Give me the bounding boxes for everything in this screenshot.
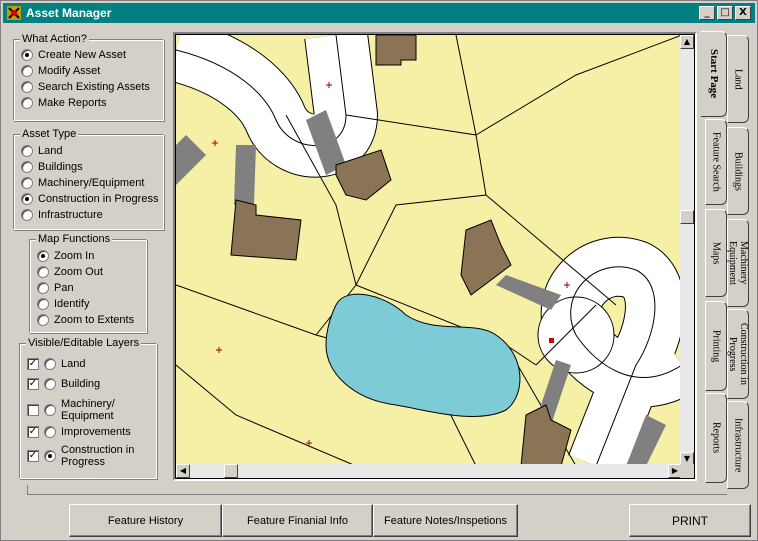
- radio-button[interactable]: [21, 65, 33, 77]
- layer-visible-checkbox[interactable]: ✓: [27, 378, 39, 390]
- layer-editable-radio[interactable]: [44, 450, 56, 462]
- radio-button[interactable]: [21, 81, 33, 93]
- feature-notes-button[interactable]: Feature Notes/Inspetions: [373, 504, 518, 537]
- print-button[interactable]: PRINT: [629, 504, 751, 537]
- asset-type-buildings[interactable]: Buildings: [21, 159, 83, 175]
- tab-reports[interactable]: Reports: [705, 393, 727, 483]
- map-functions-group: Map Functions Zoom In Zoom Out Pan Ident…: [29, 233, 147, 333]
- close-button[interactable]: X: [735, 6, 751, 20]
- layers-legend: Visible/Editable Layers: [26, 337, 142, 349]
- map-fn-zoom-out[interactable]: Zoom Out: [37, 264, 103, 280]
- layer-improvements: ✓ Improvements: [27, 426, 131, 438]
- tab-maps[interactable]: Maps: [705, 209, 727, 297]
- asset-type-group: Asset Type Land Buildings Machinery/Equi…: [13, 128, 164, 230]
- vertical-scrollbar[interactable]: ▲ ▼: [680, 35, 694, 466]
- tab-start-page[interactable]: Start Page: [701, 31, 727, 117]
- what-action-group: What Action? Create New Asset Modify Ass…: [13, 33, 164, 121]
- action-option-create[interactable]: Create New Asset: [21, 47, 126, 63]
- layer-visible-checkbox[interactable]: ✓: [27, 426, 39, 438]
- scroll-up-icon[interactable]: ▲: [680, 35, 694, 49]
- tab-land[interactable]: Land: [727, 35, 749, 123]
- radio-button[interactable]: [21, 209, 33, 221]
- layer-visible-checkbox[interactable]: ✓: [27, 358, 39, 370]
- map-fn-identify[interactable]: Identify: [37, 296, 89, 312]
- window-title: Asset Manager: [26, 6, 112, 20]
- layer-construction: ✓ Construction in Progress: [27, 444, 135, 468]
- radio-button[interactable]: [37, 298, 49, 310]
- map-fn-zoom-extents[interactable]: Zoom to Extents: [37, 312, 134, 328]
- map-fn-pan[interactable]: Pan: [37, 280, 74, 296]
- radio-button[interactable]: [37, 282, 49, 294]
- asset-type-machinery[interactable]: Machinery/Equipment: [21, 175, 144, 191]
- layer-editable-radio[interactable]: [44, 358, 56, 370]
- map-fn-zoom-in[interactable]: Zoom In: [37, 248, 94, 264]
- horizontal-scroll-thumb[interactable]: [224, 464, 238, 478]
- tab-printing[interactable]: Printing: [705, 301, 727, 391]
- action-option-reports[interactable]: Make Reports: [21, 95, 106, 111]
- radio-button[interactable]: [21, 145, 33, 157]
- scroll-left-icon[interactable]: ◀: [176, 464, 190, 478]
- tab-construction-in-progress[interactable]: Construction in Progress: [727, 309, 749, 399]
- layer-building: ✓ Building: [27, 378, 101, 390]
- radio-button[interactable]: [21, 161, 33, 173]
- layer-land: ✓ Land: [27, 358, 86, 370]
- parcel-map: [176, 35, 682, 466]
- vertical-scroll-thumb[interactable]: [680, 210, 694, 224]
- tab-machinery-equipment[interactable]: Machinery Equipment: [727, 219, 749, 307]
- layer-visible-checkbox[interactable]: ✓: [27, 450, 39, 462]
- feature-financial-info-button[interactable]: Feature Finanial Info: [222, 504, 373, 537]
- horizontal-scrollbar[interactable]: ◀ ▶: [176, 464, 682, 478]
- layer-editable-radio[interactable]: [44, 404, 56, 416]
- map-canvas[interactable]: [176, 35, 682, 466]
- app-icon: [7, 6, 21, 20]
- map-frame: ▲ ▼ ◀ ▶: [173, 32, 697, 481]
- asset-type-construction[interactable]: Construction in Progress: [21, 191, 158, 207]
- radio-button[interactable]: [21, 49, 33, 61]
- tab-feature-search[interactable]: Feature Search: [705, 119, 727, 205]
- tab-panel-border: [27, 485, 727, 495]
- layer-visible-checkbox[interactable]: [27, 404, 39, 416]
- what-action-legend: What Action?: [20, 33, 89, 45]
- radio-button[interactable]: [21, 193, 33, 205]
- layer-editable-radio[interactable]: [44, 426, 56, 438]
- asset-manager-window: Asset Manager _ □ X What Action? Create …: [0, 0, 758, 541]
- radio-button[interactable]: [21, 177, 33, 189]
- scrollbar-corner: [680, 464, 694, 478]
- tab-buildings[interactable]: Buildings: [727, 127, 749, 215]
- radio-button[interactable]: [37, 266, 49, 278]
- maximize-button[interactable]: □: [717, 6, 733, 20]
- tab-infrastructure[interactable]: Infrastructure: [727, 401, 749, 489]
- layers-group: Visible/Editable Layers ✓ Land ✓ Building …: [19, 337, 157, 479]
- action-option-modify[interactable]: Modify Asset: [21, 63, 100, 79]
- asset-type-land[interactable]: Land: [21, 143, 62, 159]
- title-bar: Asset Manager _ □ X: [3, 3, 755, 23]
- asset-type-infrastructure[interactable]: Infrastructure: [21, 207, 103, 223]
- feature-history-button[interactable]: Feature History: [69, 504, 222, 537]
- map-functions-legend: Map Functions: [36, 233, 113, 245]
- asset-type-legend: Asset Type: [20, 128, 79, 140]
- radio-button[interactable]: [37, 250, 49, 262]
- radio-button[interactable]: [21, 97, 33, 109]
- minimize-button[interactable]: _: [699, 6, 715, 20]
- radio-button[interactable]: [37, 314, 49, 326]
- action-option-search[interactable]: Search Existing Assets: [21, 79, 150, 95]
- layer-editable-radio[interactable]: [44, 378, 56, 390]
- selection-marker: [549, 338, 554, 343]
- layer-machinery: Machinery/ Equipment: [27, 396, 115, 424]
